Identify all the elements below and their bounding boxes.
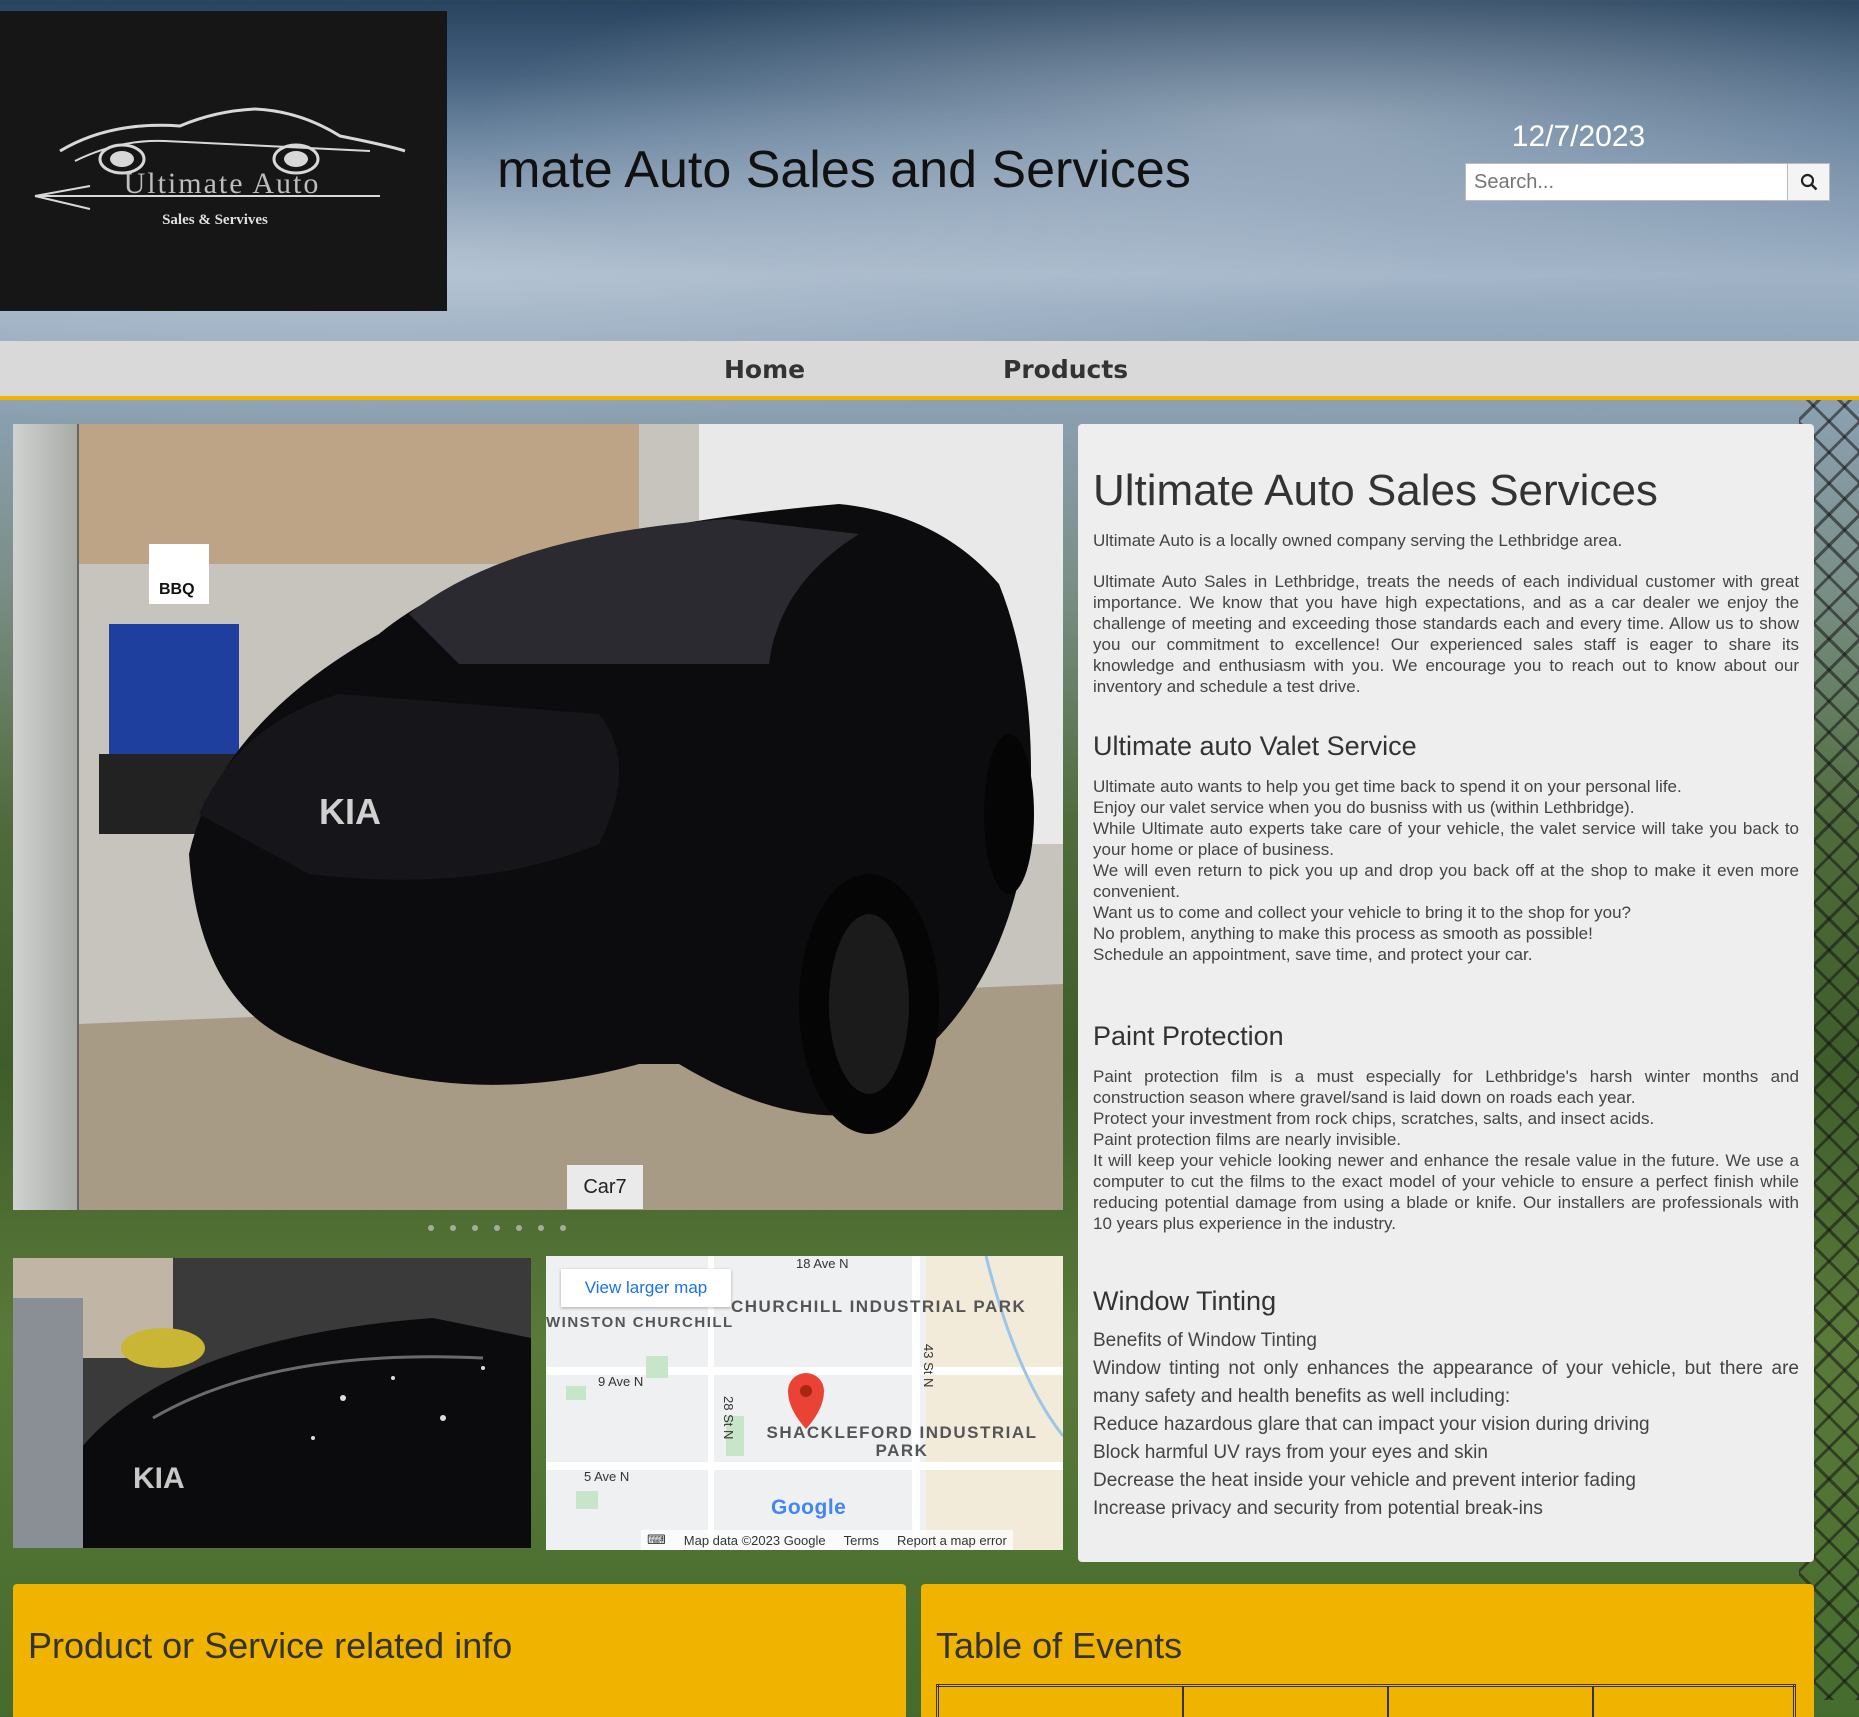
- map-area-shackleford: SHACKLEFORD INDUSTRIAL PARK: [766, 1423, 1038, 1460]
- slide-dot[interactable]: [494, 1225, 500, 1231]
- tinting-text: Benefits of Window Tinting Window tintin…: [1093, 1327, 1799, 1523]
- slide-dot[interactable]: [450, 1225, 456, 1231]
- paint-line: Protect your investment from rock chips,…: [1093, 1109, 1655, 1128]
- svg-text:KIA: KIA: [319, 791, 381, 832]
- tinting-line: Reduce hazardous glare that can impact y…: [1093, 1414, 1650, 1435]
- location-map[interactable]: View larger map CHURCHILL INDUSTRIAL PAR…: [546, 1256, 1063, 1550]
- info-panel: Ultimate Auto Sales Services Ultimate Au…: [1078, 424, 1814, 1562]
- current-date: 12/7/2023: [1511, 120, 1646, 153]
- valet-line: While Ultimate auto experts take care of…: [1093, 819, 1799, 859]
- events-heading: Table of Events: [936, 1625, 1183, 1666]
- map-data-credit: Map data ©2023 Google: [683, 1532, 826, 1548]
- table-row: [936, 1684, 1796, 1717]
- valet-line: No problem, anything to make this proces…: [1093, 924, 1593, 943]
- valet-line: Ultimate auto wants to help you get time…: [1093, 777, 1682, 796]
- car-slideshow[interactable]: KIA BBQ Car7: [13, 424, 1063, 1210]
- street-9-ave: 9 Ave N: [598, 1374, 644, 1389]
- tinting-line: Increase privacy and security from poten…: [1093, 1498, 1543, 1519]
- valet-text: Ultimate auto wants to help you get time…: [1093, 776, 1799, 965]
- report-map-error-link[interactable]: Report a map error: [897, 1533, 1007, 1548]
- info-intro: Ultimate Auto is a locally owned company…: [1093, 531, 1623, 550]
- events-table: [936, 1684, 1796, 1717]
- slide-dot[interactable]: [472, 1225, 478, 1231]
- table-cell: [1181, 1684, 1389, 1717]
- paint-protection-photo: KIA: [13, 1258, 531, 1548]
- slide-dot[interactable]: [516, 1225, 522, 1231]
- tinting-line: Block harmful UV rays from your eyes and…: [1093, 1442, 1488, 1463]
- slide-dot[interactable]: [538, 1225, 544, 1231]
- main-nav: Home Products: [0, 341, 1859, 400]
- paint-heading: Paint Protection: [1093, 1021, 1284, 1051]
- paint-line: Paint protection films are nearly invisi…: [1093, 1130, 1402, 1149]
- slideshow-dots: [428, 1225, 566, 1231]
- info-heading: Ultimate Auto Sales Services: [1093, 466, 1658, 515]
- map-footer: ⌨ Map data ©2023 Google Terms Report a m…: [641, 1530, 1013, 1550]
- slide-dot[interactable]: [428, 1225, 434, 1231]
- tinting-line: Window tinting not only enhances the app…: [1093, 1358, 1799, 1407]
- view-larger-map-link[interactable]: View larger map: [561, 1269, 731, 1307]
- tinting-line: Benefits of Window Tinting: [1093, 1330, 1317, 1351]
- product-info-panel: Product or Service related info: [13, 1584, 906, 1717]
- search-input[interactable]: [1466, 164, 1787, 200]
- svg-text:KIA: KIA: [133, 1462, 185, 1495]
- slide-edge: [13, 424, 79, 1210]
- tinting-heading: Window Tinting: [1093, 1286, 1277, 1316]
- logo-brand-text: Ultimate Auto: [124, 167, 321, 200]
- valet-line: Enjoy our valet service when you do busn…: [1093, 798, 1635, 817]
- map-area-churchill: CHURCHILL INDUSTRIAL PARK: [731, 1297, 1027, 1316]
- table-cell: [936, 1684, 1184, 1717]
- map-area-winston: WINSTON CHURCHILL: [546, 1314, 734, 1331]
- logo[interactable]: Ultimate Auto Sales & Servives: [0, 11, 447, 311]
- events-panel: Table of Events: [921, 1584, 1814, 1717]
- paint-line: Paint protection film is a must especial…: [1093, 1067, 1799, 1107]
- search-icon: [1800, 173, 1817, 191]
- map-terms-link[interactable]: Terms: [844, 1533, 879, 1548]
- logo-tagline-text: Sales & Servives: [162, 212, 268, 228]
- street-5-ave: 5 Ave N: [584, 1469, 630, 1484]
- search-bar: [1465, 163, 1830, 201]
- search-button[interactable]: [1787, 164, 1829, 200]
- table-cell: [1591, 1684, 1796, 1717]
- valet-heading: Ultimate auto Valet Service: [1093, 731, 1417, 761]
- paint-text: Paint protection film is a must especial…: [1093, 1066, 1799, 1234]
- paint-line: It will keep your vehicle looking newer …: [1093, 1151, 1799, 1233]
- valet-line: Want us to come and collect your vehicle…: [1093, 903, 1631, 922]
- slide-caption: Car7: [567, 1165, 643, 1209]
- logo-car-graphic: Ultimate Auto Sales & Servives: [34, 107, 406, 228]
- tinting-line: Decrease the heat inside your vehicle an…: [1093, 1470, 1636, 1491]
- svg-text:BBQ: BBQ: [159, 581, 195, 598]
- google-logo: Google: [771, 1496, 847, 1519]
- product-info-heading: Product or Service related info: [28, 1625, 513, 1666]
- street-43-st: 43 St N: [921, 1344, 936, 1388]
- table-cell: [1386, 1684, 1594, 1717]
- valet-line: Schedule an appointment, save time, and …: [1093, 945, 1533, 964]
- slide-dot[interactable]: [560, 1225, 566, 1231]
- valet-line: We will even return to pick you up and d…: [1093, 861, 1799, 901]
- street-18-ave: 18 Ave N: [796, 1256, 849, 1271]
- car-photo: KIA BBQ: [79, 424, 1063, 1210]
- info-about: Ultimate Auto Sales in Lethbridge, treat…: [1093, 572, 1799, 696]
- street-28-st: 28 St N: [721, 1396, 736, 1440]
- site-title: Ultimate Auto Sales and Services: [497, 141, 1191, 199]
- keyboard-icon[interactable]: ⌨: [647, 1532, 666, 1548]
- nav-home[interactable]: Home: [724, 355, 805, 384]
- nav-products[interactable]: Products: [1003, 355, 1128, 384]
